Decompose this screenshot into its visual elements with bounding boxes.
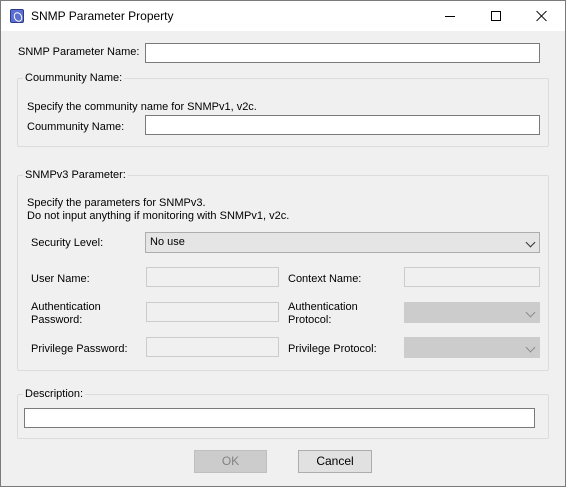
security-level-value: No use xyxy=(150,236,185,248)
community-hint: Specify the community name for SNMPv1, v… xyxy=(27,101,257,113)
cancel-button[interactable]: Cancel xyxy=(298,450,372,473)
param-name-input[interactable] xyxy=(145,43,540,63)
auth-protocol-label-line1: Authentication xyxy=(288,301,358,313)
snmpv3-hint-line2: Do not input anything if monitoring with… xyxy=(27,210,290,222)
maximize-icon xyxy=(491,11,501,21)
auth-protocol-select[interactable] xyxy=(404,302,540,323)
close-button[interactable] xyxy=(519,1,565,31)
security-level-select[interactable]: No use xyxy=(145,232,540,253)
security-level-label: Security Level: xyxy=(31,237,104,249)
chevron-down-icon xyxy=(525,237,536,248)
snmpv3-group-title: SNMPv3 Parameter: xyxy=(23,169,128,181)
auth-password-input[interactable] xyxy=(146,302,279,322)
context-name-input[interactable] xyxy=(404,267,540,287)
auth-protocol-label-line2: Protocol: xyxy=(288,314,332,326)
priv-password-label: Privilege Password: xyxy=(31,343,128,355)
minimize-button[interactable] xyxy=(427,1,473,31)
title-bar[interactable]: SNMP Parameter Property xyxy=(1,1,565,31)
chevron-down-icon xyxy=(525,342,536,353)
auth-password-label: Authentication Password: xyxy=(31,301,101,327)
minimize-icon xyxy=(445,15,455,17)
description-input[interactable] xyxy=(24,408,535,428)
close-icon xyxy=(536,10,548,22)
chevron-down-icon xyxy=(525,307,536,318)
param-name-label: SNMP Parameter Name: xyxy=(18,46,140,58)
ok-button[interactable]: OK xyxy=(194,450,267,473)
priv-protocol-select[interactable] xyxy=(404,337,540,358)
community-name-label: Coummunity Name: xyxy=(27,121,125,133)
description-group-title: Description: xyxy=(23,388,86,400)
auth-password-label-line2: Password: xyxy=(31,314,83,326)
user-name-label: User Name: xyxy=(31,273,90,285)
user-name-input[interactable] xyxy=(146,267,279,287)
snmp-app-icon xyxy=(10,9,24,23)
priv-password-input[interactable] xyxy=(146,337,279,357)
auth-password-label-line1: Authentication xyxy=(31,301,101,313)
auth-protocol-label: Authentication Protocol: xyxy=(288,301,358,327)
snmpv3-hint-line1: Specify the parameters for SNMPv3. xyxy=(27,197,206,209)
maximize-button[interactable] xyxy=(473,1,519,31)
priv-protocol-label: Privilege Protocol: xyxy=(288,343,377,355)
window-title: SNMP Parameter Property xyxy=(31,9,174,23)
dialog-window: SNMP Parameter Property SNMP Parameter N… xyxy=(0,0,566,487)
context-name-label: Context Name: xyxy=(288,273,362,285)
community-group-title: Coummunity Name: xyxy=(23,72,125,84)
community-name-input[interactable] xyxy=(145,115,540,135)
